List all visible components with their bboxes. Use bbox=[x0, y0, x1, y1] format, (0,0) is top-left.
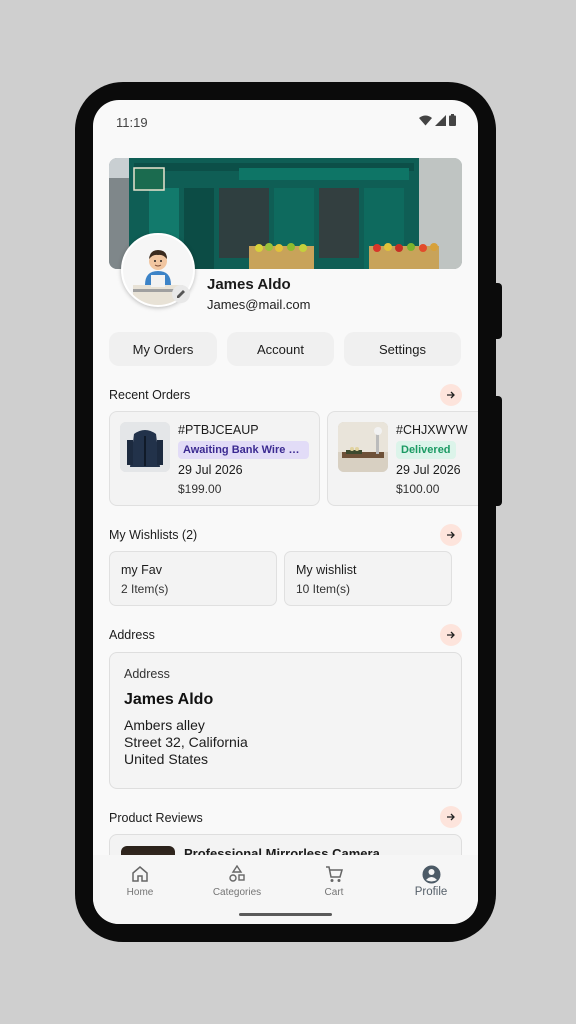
user-name: James Aldo bbox=[207, 276, 291, 293]
address-title: Address bbox=[109, 628, 155, 642]
wishlist-count: 2 Item(s) bbox=[121, 582, 169, 596]
wishlist-name: My wishlist bbox=[296, 563, 357, 577]
signal-icon bbox=[435, 114, 446, 126]
profile-icon bbox=[422, 865, 440, 884]
pencil-icon bbox=[177, 290, 185, 298]
status-bar: 11:19 bbox=[93, 100, 478, 144]
wishlist-card[interactable]: my Fav 2 Item(s) bbox=[109, 551, 277, 606]
nav-label: Cart bbox=[324, 887, 344, 898]
recent-orders-arrow-button[interactable] bbox=[440, 384, 462, 406]
wishlists-title: My Wishlists (2) bbox=[109, 528, 198, 542]
my-orders-button[interactable]: My Orders bbox=[109, 332, 217, 366]
address-line: Street 32, California bbox=[124, 734, 248, 750]
arrow-right-icon bbox=[447, 391, 455, 399]
categories-icon bbox=[229, 865, 245, 882]
order-id: #PTBJCEAUP bbox=[178, 423, 259, 437]
wishlist-name: my Fav bbox=[121, 563, 162, 577]
order-price: $100.00 bbox=[396, 482, 440, 496]
product-reviews-arrow-button[interactable] bbox=[440, 806, 462, 828]
nav-cart[interactable]: Cart bbox=[294, 865, 374, 898]
address-line: Ambers alley bbox=[124, 717, 205, 733]
status-time: 11:19 bbox=[116, 115, 148, 130]
product-reviews-title: Product Reviews bbox=[109, 811, 203, 825]
wifi-icon bbox=[419, 115, 432, 125]
arrow-right-icon bbox=[447, 813, 455, 821]
account-button[interactable]: Account bbox=[227, 332, 334, 366]
bottom-nav: Home Categories Cart Profile bbox=[93, 855, 478, 924]
nav-categories[interactable]: Categories bbox=[197, 865, 277, 898]
order-card[interactable]: #CHJXWYW Delivered 29 Jul 2026 $100.00 bbox=[327, 411, 478, 506]
wishlist-count: 10 Item(s) bbox=[296, 582, 351, 596]
order-date: 29 Jul 2026 bbox=[396, 463, 461, 477]
order-date: 29 Jul 2026 bbox=[178, 463, 243, 477]
power-button bbox=[494, 283, 502, 339]
order-id: #CHJXWYW bbox=[396, 423, 468, 437]
edit-avatar-button[interactable] bbox=[172, 285, 190, 303]
address-arrow-button[interactable] bbox=[440, 624, 462, 646]
address-line: United States bbox=[124, 751, 209, 767]
screen: 11:19 James Aldo James@mail.com My Order… bbox=[93, 100, 478, 924]
status-badge: Awaiting Bank Wire Pay... bbox=[178, 441, 309, 459]
address-card[interactable]: Address James Aldo Ambers alley Street 3… bbox=[109, 652, 462, 789]
user-email: James@mail.com bbox=[207, 297, 311, 312]
nav-profile[interactable]: Profile bbox=[391, 865, 471, 898]
recent-orders-title: Recent Orders bbox=[109, 388, 191, 402]
nav-label: Categories bbox=[212, 887, 262, 898]
decor-product-image bbox=[338, 422, 388, 472]
jacket-product-image bbox=[120, 422, 170, 472]
nav-home[interactable]: Home bbox=[100, 865, 180, 898]
home-indicator[interactable] bbox=[239, 913, 332, 916]
nav-label: Profile bbox=[414, 886, 448, 898]
wishlist-card[interactable]: My wishlist 10 Item(s) bbox=[284, 551, 452, 606]
address-card-label: Address bbox=[124, 667, 170, 681]
cart-icon bbox=[326, 866, 343, 882]
order-price: $199.00 bbox=[178, 482, 222, 496]
status-badge: Delivered bbox=[396, 441, 456, 459]
settings-button[interactable]: Settings bbox=[344, 332, 461, 366]
nav-label: Home bbox=[126, 887, 154, 898]
wishlists-arrow-button[interactable] bbox=[440, 524, 462, 546]
battery-icon bbox=[449, 114, 456, 126]
arrow-right-icon bbox=[447, 631, 455, 639]
home-icon bbox=[132, 866, 148, 882]
arrow-right-icon bbox=[447, 531, 455, 539]
order-card[interactable]: #PTBJCEAUP Awaiting Bank Wire Pay... 29 … bbox=[109, 411, 320, 506]
status-icons bbox=[419, 114, 456, 126]
volume-button bbox=[494, 396, 502, 506]
address-name: James Aldo bbox=[124, 691, 214, 708]
